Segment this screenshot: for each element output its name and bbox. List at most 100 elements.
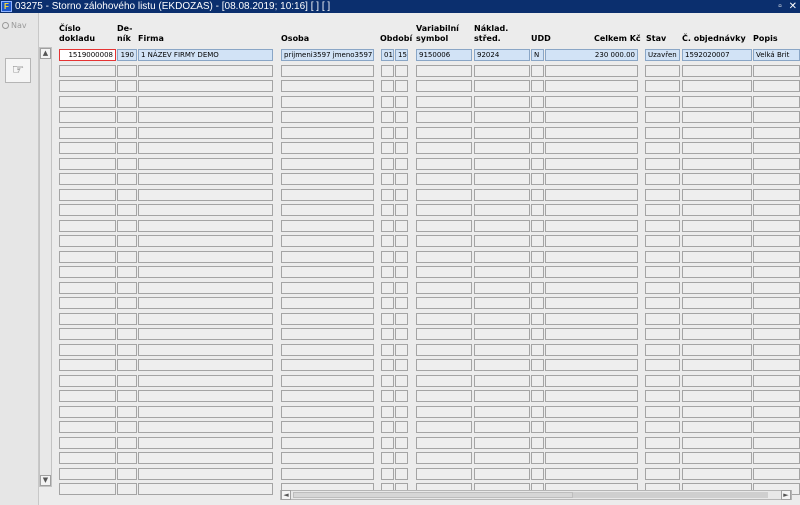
cell-stav[interactable] <box>645 452 680 464</box>
cell-objednavka[interactable] <box>682 437 752 449</box>
cell-var-symbol[interactable] <box>416 359 472 371</box>
table-row[interactable] <box>0 421 800 436</box>
cell-var-symbol[interactable] <box>416 80 472 92</box>
cell-celkem[interactable] <box>545 235 638 247</box>
cell-celkem[interactable] <box>545 390 638 402</box>
cell-celkem[interactable] <box>545 111 638 123</box>
cell-nakl-stred[interactable] <box>474 282 530 294</box>
cell-objednavka[interactable]: 1592020007 <box>682 49 752 61</box>
cell-firma[interactable] <box>138 483 273 495</box>
cell-obdobi-a[interactable] <box>381 158 394 170</box>
cell-osoba[interactable]: prijmeni3597 jmeno3597 <box>281 49 374 61</box>
cell-popis[interactable] <box>753 220 800 232</box>
cell-celkem[interactable] <box>545 452 638 464</box>
cell-objednavka[interactable] <box>682 282 752 294</box>
cell-objednavka[interactable] <box>682 452 752 464</box>
cell-obdobi-b[interactable] <box>395 297 408 309</box>
cell-cislo[interactable] <box>59 421 116 433</box>
cell-udd[interactable] <box>531 80 544 92</box>
cell-stav[interactable] <box>645 127 680 139</box>
cell-osoba[interactable] <box>281 266 374 278</box>
column-header[interactable]: Variabilní symbol <box>416 24 459 44</box>
cell-firma[interactable] <box>138 390 273 402</box>
cell-celkem[interactable] <box>545 80 638 92</box>
cell-popis[interactable] <box>753 158 800 170</box>
cell-cislo[interactable] <box>59 189 116 201</box>
cell-objednavka[interactable] <box>682 235 752 247</box>
cell-obdobi-b[interactable] <box>395 359 408 371</box>
cell-objednavka[interactable] <box>682 266 752 278</box>
table-row[interactable] <box>0 313 800 328</box>
cell-celkem[interactable] <box>545 204 638 216</box>
cell-denik[interactable] <box>117 220 137 232</box>
cell-objednavka[interactable] <box>682 111 752 123</box>
cell-popis[interactable] <box>753 127 800 139</box>
cell-objednavka[interactable] <box>682 421 752 433</box>
cell-celkem[interactable] <box>545 468 638 480</box>
cell-obdobi-b[interactable] <box>395 189 408 201</box>
cell-var-symbol[interactable] <box>416 220 472 232</box>
cell-obdobi-b[interactable] <box>395 204 408 216</box>
cell-obdobi-b[interactable] <box>395 468 408 480</box>
cell-firma[interactable] <box>138 328 273 340</box>
close-window-button[interactable]: ✕ <box>789 1 797 12</box>
cell-nakl-stred[interactable] <box>474 251 530 263</box>
scroll-right-button[interactable]: ► <box>781 490 791 500</box>
cell-firma[interactable] <box>138 297 273 309</box>
cell-firma[interactable] <box>138 468 273 480</box>
table-row[interactable] <box>0 468 800 483</box>
cell-stav[interactable] <box>645 468 680 480</box>
cell-nakl-stred[interactable] <box>474 127 530 139</box>
cell-var-symbol[interactable] <box>416 375 472 387</box>
cell-firma[interactable] <box>138 158 273 170</box>
cell-denik[interactable]: 190 <box>117 49 137 61</box>
cell-nakl-stred[interactable] <box>474 96 530 108</box>
cell-cislo[interactable] <box>59 204 116 216</box>
cell-popis[interactable] <box>753 96 800 108</box>
table-row[interactable] <box>0 359 800 374</box>
cell-firma[interactable] <box>138 375 273 387</box>
cell-obdobi-a[interactable] <box>381 375 394 387</box>
cell-var-symbol[interactable] <box>416 235 472 247</box>
cell-denik[interactable] <box>117 437 137 449</box>
cell-popis[interactable] <box>753 80 800 92</box>
cell-cislo[interactable] <box>59 266 116 278</box>
cell-stav[interactable] <box>645 142 680 154</box>
cell-osoba[interactable] <box>281 328 374 340</box>
cell-osoba[interactable] <box>281 220 374 232</box>
table-row[interactable] <box>0 251 800 266</box>
cell-celkem[interactable] <box>545 158 638 170</box>
cell-osoba[interactable] <box>281 251 374 263</box>
cell-denik[interactable] <box>117 251 137 263</box>
cell-stav[interactable] <box>645 251 680 263</box>
cell-udd[interactable] <box>531 251 544 263</box>
cell-obdobi-b[interactable] <box>395 266 408 278</box>
cell-var-symbol[interactable] <box>416 390 472 402</box>
cell-firma[interactable] <box>138 452 273 464</box>
table-row[interactable] <box>0 328 800 343</box>
cell-popis[interactable] <box>753 142 800 154</box>
cell-obdobi-a[interactable] <box>381 80 394 92</box>
cell-obdobi-b[interactable] <box>395 344 408 356</box>
cell-cislo[interactable] <box>59 65 116 77</box>
cell-udd[interactable] <box>531 344 544 356</box>
cell-osoba[interactable] <box>281 189 374 201</box>
column-header[interactable]: De-ník <box>117 24 132 44</box>
cell-obdobi-b[interactable] <box>395 375 408 387</box>
cell-obdobi-b[interactable] <box>395 421 408 433</box>
cell-nakl-stred[interactable] <box>474 437 530 449</box>
cell-var-symbol[interactable] <box>416 452 472 464</box>
cell-obdobi-b[interactable] <box>395 158 408 170</box>
cell-nakl-stred[interactable] <box>474 220 530 232</box>
cell-cislo[interactable] <box>59 158 116 170</box>
cell-celkem[interactable] <box>545 297 638 309</box>
cell-udd[interactable] <box>531 111 544 123</box>
cell-stav[interactable] <box>645 344 680 356</box>
cell-cislo[interactable] <box>59 96 116 108</box>
cell-denik[interactable] <box>117 204 137 216</box>
cell-objednavka[interactable] <box>682 375 752 387</box>
cell-stav[interactable] <box>645 328 680 340</box>
cell-osoba[interactable] <box>281 158 374 170</box>
cell-stav[interactable] <box>645 313 680 325</box>
cell-popis[interactable] <box>753 297 800 309</box>
